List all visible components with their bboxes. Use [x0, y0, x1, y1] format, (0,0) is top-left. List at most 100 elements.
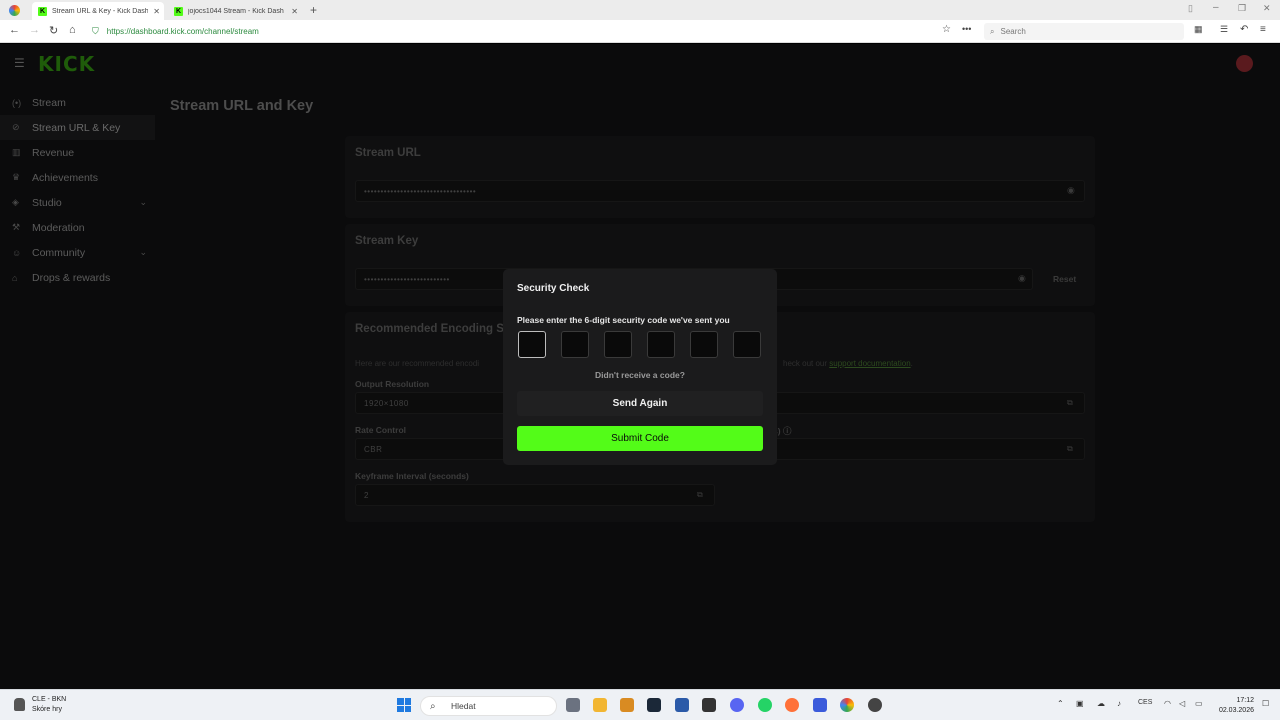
hamburger-menu-icon[interactable]: ☰	[14, 56, 25, 70]
submit-code-button[interactable]: Submit Code	[517, 426, 763, 451]
reset-button[interactable]: Reset	[1053, 274, 1076, 284]
bookmarks-icon[interactable]: ☰	[1220, 24, 1228, 35]
trophy-icon: ♛	[12, 172, 21, 182]
app-icon[interactable]	[813, 698, 827, 712]
back-icon[interactable]: ←	[9, 24, 20, 36]
home-icon[interactable]: ⌂	[69, 24, 76, 36]
sidebar-item-moderation[interactable]: ⚒ Moderation	[0, 215, 155, 240]
sidebar-item-community[interactable]: ☺ Community ⌄	[0, 240, 155, 265]
tab-list-icon[interactable]: ▯	[1188, 3, 1193, 14]
minimize-icon[interactable]: –	[1213, 2, 1219, 13]
copy-icon[interactable]: ⧉	[1067, 398, 1073, 408]
support-documentation-link[interactable]: support documentation	[829, 359, 910, 368]
bitrate-field[interactable]	[725, 392, 1085, 414]
sidebar-item-stream-url-key[interactable]: ⊘ Stream URL & Key	[0, 115, 155, 140]
tray-app-icon[interactable]: ▣	[1076, 699, 1084, 708]
cloud-icon[interactable]: ☁	[1097, 699, 1105, 708]
modal-prompt: Please enter the 6-digit security code w…	[517, 315, 730, 325]
discord-icon[interactable]	[730, 698, 744, 712]
undo-icon[interactable]: ↶	[1240, 24, 1248, 35]
browser-tab-bar: K Stream URL & Key - Kick Dash ✕ K jojoc…	[0, 0, 1280, 20]
sidebar: (•) Stream ⊘ Stream URL & Key ▥ Revenue …	[0, 90, 155, 290]
close-tab-icon[interactable]: ✕	[291, 7, 298, 16]
copy-icon[interactable]: ⧉	[1067, 444, 1073, 454]
wifi-icon[interactable]: ◠	[1164, 699, 1171, 708]
secure-shield-icon: ⛉	[92, 25, 99, 36]
taskbar-search-input[interactable]: ⌕ Hledat	[420, 696, 557, 716]
tab-stream-url-key[interactable]: K Stream URL & Key - Kick Dash ✕	[32, 2, 164, 20]
whatsapp-icon[interactable]	[758, 698, 772, 712]
browser-taskbar-icon[interactable]	[840, 698, 854, 712]
sidebar-item-achievements[interactable]: ♛ Achievements	[0, 165, 155, 190]
epic-games-icon[interactable]	[702, 698, 716, 712]
code-digit-input-1[interactable]	[518, 331, 546, 358]
code-digit-input-6[interactable]	[733, 331, 761, 358]
taskbar-search-label: Hledat	[451, 701, 476, 711]
menu-icon[interactable]: ≡	[1260, 24, 1266, 35]
app-icon-2[interactable]	[868, 698, 882, 712]
more-menu-icon[interactable]: •••	[962, 24, 971, 34]
steam-icon[interactable]	[647, 698, 661, 712]
gift-icon: ⌂	[12, 272, 18, 283]
browser-logo-icon[interactable]	[9, 5, 20, 16]
microphone-icon[interactable]: ♪	[1117, 699, 1121, 708]
weather-line-2: Skóre hry	[32, 706, 62, 713]
sidebar-item-revenue[interactable]: ▥ Revenue	[0, 140, 155, 165]
avatar[interactable]	[1236, 55, 1253, 72]
keyframe-aux-field[interactable]	[725, 438, 1085, 460]
modal-title: Security Check	[517, 283, 590, 294]
new-tab-icon[interactable]: +	[310, 3, 317, 17]
task-view-icon[interactable]	[566, 698, 580, 712]
keyframe-interval-field[interactable]: 2	[355, 484, 715, 506]
windows-start-icon[interactable]	[397, 698, 411, 712]
notes-app-icon[interactable]	[620, 698, 634, 712]
info-icon[interactable]: ⓘ	[783, 426, 792, 436]
chevron-down-icon[interactable]: ⌄	[139, 247, 147, 258]
notification-icon[interactable]: ☐	[1262, 699, 1269, 708]
sidebar-item-label: Studio	[32, 196, 62, 209]
weather-icon[interactable]	[14, 698, 25, 711]
search-placeholder: Search	[1000, 27, 1026, 36]
close-tab-icon[interactable]: ✕	[153, 7, 160, 16]
sidebar-item-studio[interactable]: ◈ Studio ⌄	[0, 190, 155, 215]
chevron-down-icon[interactable]: ⌄	[139, 197, 147, 208]
chevron-up-icon[interactable]: ⌃	[1057, 699, 1064, 708]
keyframe-interval-label: Keyframe Interval (seconds)	[355, 471, 469, 481]
firefox-icon[interactable]	[785, 698, 799, 712]
extensions-icon[interactable]: ▦	[1194, 24, 1203, 35]
code-digit-input-5[interactable]	[690, 331, 718, 358]
clock-date: 02.03.2026	[1218, 707, 1254, 714]
weather-line-1: CLE - BKN	[32, 696, 67, 703]
browser-search-input[interactable]: ⌕ Search	[984, 23, 1184, 40]
sidebar-item-stream[interactable]: (•) Stream	[0, 90, 155, 115]
forward-icon[interactable]: →	[29, 24, 40, 36]
file-explorer-icon[interactable]	[593, 698, 607, 712]
kick-favicon-icon: K	[38, 6, 47, 16]
code-digit-input-3[interactable]	[604, 331, 632, 358]
language-indicator[interactable]: CES	[1138, 699, 1152, 706]
encoding-title: Recommended Encoding S	[355, 323, 504, 335]
kick-logo[interactable]: KICK	[38, 52, 95, 76]
tab-jojocs-stream[interactable]: K jojocs1044 Stream - Kick Dash ✕	[168, 2, 302, 20]
stream-url-field[interactable]: ••••••••••••••••••••••••••••••••••	[355, 180, 1085, 202]
battery-icon[interactable]: ▭	[1195, 699, 1203, 708]
reload-icon[interactable]: ↻	[49, 24, 58, 37]
eye-icon[interactable]: ◉	[1067, 185, 1075, 196]
copy-icon[interactable]: ⧉	[697, 490, 703, 500]
code-digit-input-4[interactable]	[647, 331, 675, 358]
output-resolution-value: 1920×1080	[364, 398, 409, 408]
volume-icon[interactable]: ◁	[1179, 699, 1185, 708]
bookmark-star-icon[interactable]: ☆	[942, 24, 951, 35]
send-again-button[interactable]: Send Again	[517, 391, 763, 416]
address-bar[interactable]: ⛉ https://dashboard.kick.com/channel/str…	[92, 23, 972, 39]
dashboard-page: ☰ KICK (•) Stream ⊘ Stream URL & Key ▥ R…	[0, 44, 1280, 689]
close-window-icon[interactable]: ✕	[1263, 3, 1271, 14]
resend-question: Didn't receive a code?	[595, 370, 685, 380]
code-digit-input-2[interactable]	[561, 331, 589, 358]
restore-icon[interactable]: ❐	[1238, 3, 1246, 14]
weather-widget[interactable]: CLE - BKN Skóre hry	[32, 695, 66, 715]
sidebar-item-drops-rewards[interactable]: ⌂ Drops & rewards	[0, 265, 155, 290]
clock[interactable]: 17:12 02.03.2026	[1214, 696, 1254, 716]
eye-icon[interactable]: ◉	[1018, 273, 1026, 284]
security-shield-icon[interactable]	[675, 698, 689, 712]
